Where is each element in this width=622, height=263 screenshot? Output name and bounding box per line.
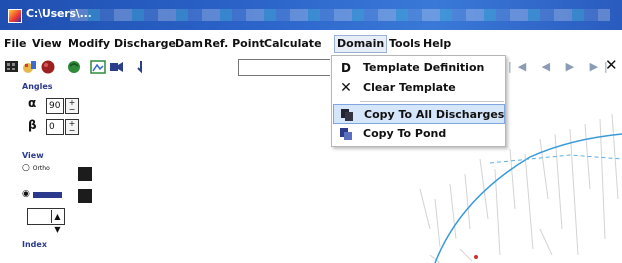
alpha-spinner[interactable]: + −: [65, 98, 79, 114]
menu-domain[interactable]: Domain: [334, 35, 388, 53]
template-definition-icon: D: [341, 61, 351, 75]
template-definition-label: Template Definition: [363, 61, 485, 74]
sphere-icon[interactable]: [40, 59, 56, 75]
menu-view[interactable]: View: [32, 37, 62, 50]
image-icon[interactable]: [90, 59, 106, 75]
beta-spinner[interactable]: + −: [65, 119, 79, 135]
toolbar: |◀ ◀ ▶ ▶| ✕: [0, 55, 622, 79]
close-icon[interactable]: ✕: [605, 56, 618, 74]
camera-icon[interactable]: [108, 59, 124, 75]
menu-bar: File View Modify Discharge Dam Ref. Poin…: [0, 33, 622, 55]
marker-point: [474, 255, 478, 259]
angles-label: Angles: [22, 82, 53, 91]
grid-icon[interactable]: [4, 59, 20, 75]
pointer-icon[interactable]: [134, 59, 150, 75]
menu-ref-point[interactable]: Ref. Point: [204, 37, 265, 50]
menu-dam[interactable]: Dam: [175, 37, 203, 50]
view-perspective-radio[interactable]: ◉ Perspective: [22, 189, 62, 199]
navigation-arrows-icon[interactable]: |◀ ◀ ▶ ▶|: [508, 60, 614, 73]
clear-template-label: Clear Template: [363, 81, 456, 94]
menu-discharge[interactable]: Discharge: [114, 37, 176, 50]
app-icon: [8, 9, 22, 23]
menu-tools[interactable]: Tools: [389, 37, 420, 50]
left-panel: Angles α 90 + − β 0 + − View ○ Ortho ◉ Per…: [0, 79, 100, 263]
copy-all-icon: [340, 108, 354, 122]
menu-item-template-definition[interactable]: D Template Definition: [333, 58, 505, 78]
view-ortho-radio[interactable]: ○ Ortho: [22, 163, 50, 173]
menu-separator: [360, 101, 504, 102]
ortho-color-swatch[interactable]: [78, 167, 92, 181]
copy-to-all-discharges-label: Copy To All Discharges: [364, 108, 505, 121]
view-perspective-label: Perspective: [32, 192, 62, 198]
title-bar: C:\Users\...: [0, 0, 622, 30]
copy-to-pond-label: Copy To Pond: [363, 127, 447, 140]
beta-label: β: [28, 118, 37, 132]
alpha-label: α: [28, 96, 37, 110]
title-bar-blurred-text: [70, 9, 610, 21]
menu-help[interactable]: Help: [423, 37, 451, 50]
globe-icon[interactable]: [66, 59, 82, 75]
clear-x-icon: ✕: [340, 80, 352, 96]
menu-item-copy-to-all-discharges[interactable]: Copy To All Discharges: [333, 104, 505, 124]
menu-item-clear-template[interactable]: ✕ Clear Template: [333, 78, 505, 98]
copy-pond-icon: [339, 127, 353, 141]
menu-item-copy-to-pond[interactable]: Copy To Pond: [333, 124, 505, 144]
alpha-input[interactable]: 90: [46, 98, 64, 114]
beta-input[interactable]: 0: [46, 119, 64, 135]
chevron-updown-icon[interactable]: ▲ ▼: [51, 210, 63, 234]
view-combo[interactable]: ▲ ▼: [27, 208, 65, 234]
menu-calculate[interactable]: Calculate: [264, 37, 322, 50]
menu-modify[interactable]: Modify: [68, 37, 110, 50]
menu-file[interactable]: File: [4, 37, 27, 50]
view-ortho-label: Ortho: [32, 165, 50, 172]
perspective-color-swatch[interactable]: [78, 189, 92, 203]
toolbar-text-field[interactable]: [238, 59, 330, 76]
index-label: Index: [22, 240, 47, 249]
paint-icon[interactable]: [22, 59, 38, 75]
view-label: View: [22, 151, 44, 160]
domain-dropdown-menu: D Template Definition ✕ Clear Template C…: [331, 55, 506, 147]
